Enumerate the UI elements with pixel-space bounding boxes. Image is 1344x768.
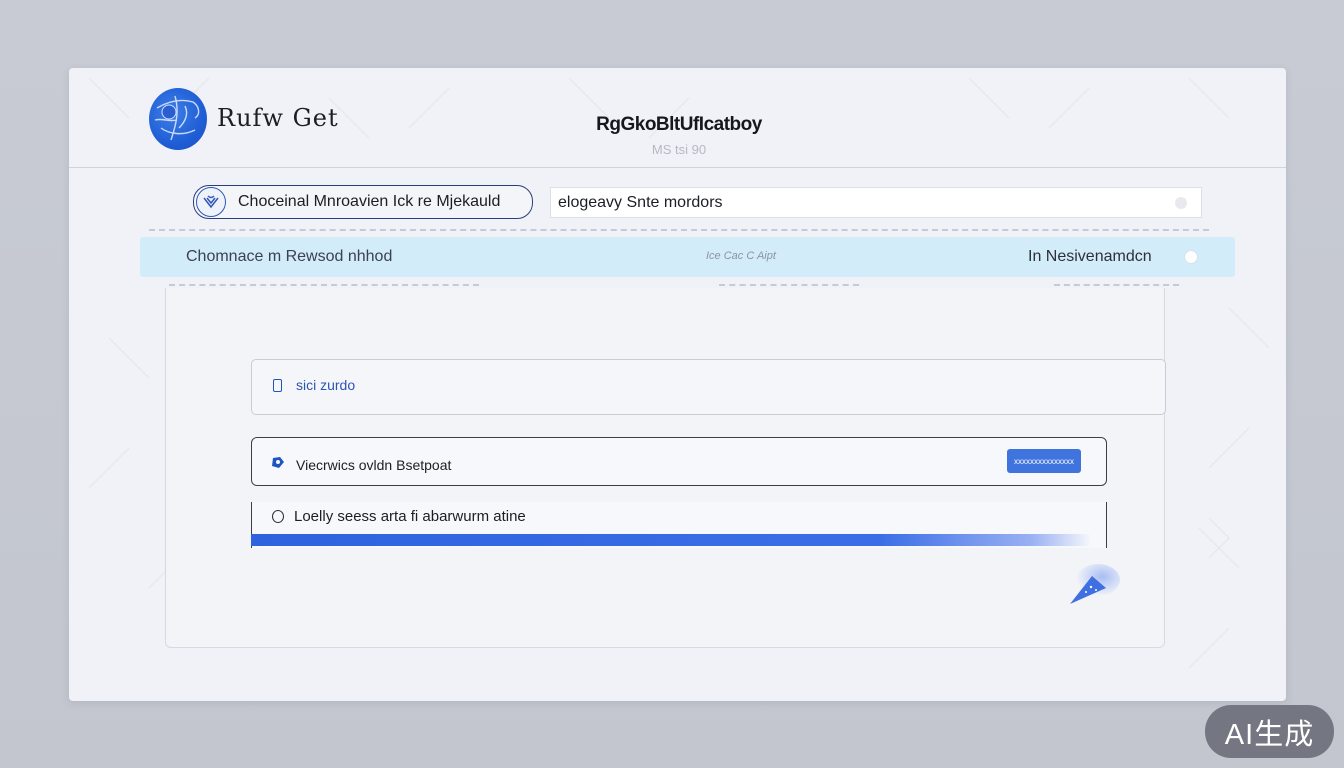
app-window: Rufw Get RgGkoBltUfIcatboy MS tsi 90 Cho…: [69, 68, 1286, 701]
banner-right-text: In Nesivenamdcn: [1028, 248, 1152, 265]
header-bar: Rufw Get RgGkoBltUfIcatboy MS tsi 90: [69, 68, 1286, 168]
pill-label: Choceinal Mnroavien Ick re Mjekauld: [238, 193, 501, 210]
divider: [1054, 284, 1179, 287]
info-banner: Chomnace m Rewsod nhhod Ice Cac C Aipt I…: [140, 237, 1235, 277]
progress-item[interactable]: Loelly seess arta fi abarwurm atine: [250, 502, 1107, 548]
progress-bar: [250, 534, 1091, 546]
app-name: Rufw Get: [217, 104, 339, 132]
puzzle-icon: [270, 455, 286, 475]
search-value: elogeavy Snte mordors: [558, 193, 723, 211]
page-title: RgGkoBltUfIcatboy: [596, 114, 762, 135]
divider: [719, 284, 859, 287]
category-pill-button[interactable]: Choceinal Mnroavien Ick re Mjekauld: [193, 185, 533, 219]
banner-toggle[interactable]: [1184, 250, 1198, 264]
progress-item-label: Loelly seess arta fi abarwurm atine: [294, 508, 526, 525]
banner-left-text: Chomnace m Rewsod nhhod: [186, 248, 393, 265]
gift-icon: [196, 187, 226, 217]
list-item-label: Viecrwics ovldn Bsetpoat: [296, 457, 452, 473]
banner-mid-text: Ice Cac C Aipt: [706, 250, 776, 262]
page-subtitle: MS tsi 90: [651, 142, 707, 157]
ai-generated-badge: AI生成: [1205, 705, 1334, 758]
clear-icon[interactable]: [1175, 197, 1187, 209]
send-icon[interactable]: [1064, 562, 1120, 610]
doc-icon: [273, 379, 282, 392]
list-item-selected[interactable]: Viecrwics ovldn Bsetpoat xxxxxxxxxxxxxxx: [251, 437, 1107, 486]
list-item[interactable]: sici zurdo: [251, 359, 1166, 415]
divider: [169, 284, 479, 287]
search-input[interactable]: elogeavy Snte mordors: [550, 187, 1202, 218]
globe-logo-icon[interactable]: [149, 88, 207, 150]
action-button[interactable]: xxxxxxxxxxxxxxx: [1007, 449, 1081, 473]
circle-icon: [272, 510, 284, 523]
divider: [149, 229, 1209, 232]
list-item-label: sici zurdo: [296, 377, 356, 393]
